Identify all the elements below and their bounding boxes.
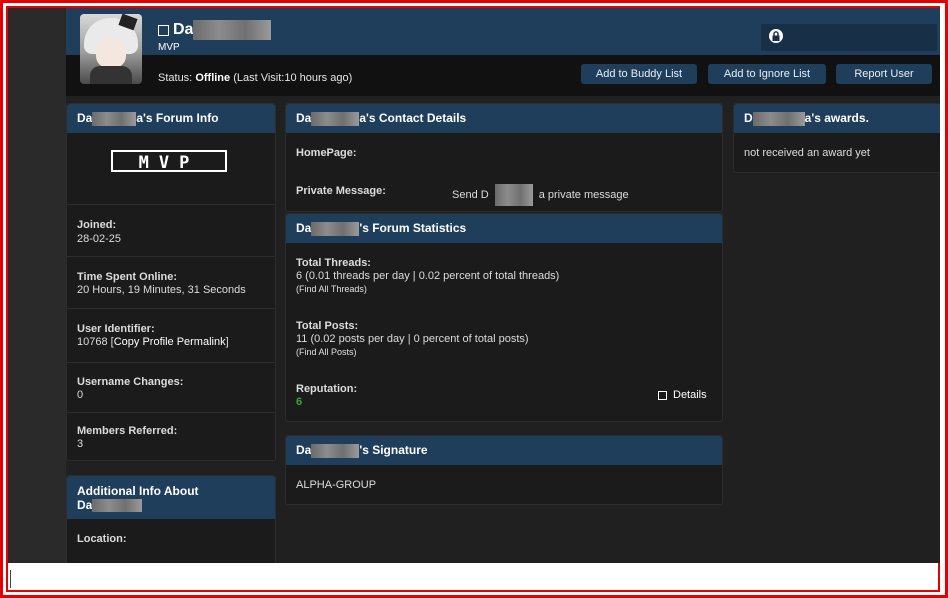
signature-text: ALPHA-GROUP [296, 479, 377, 491]
status-line: Status: Offline (Last Visit:10 hours ago… [158, 72, 352, 84]
status-label: Status: [158, 72, 193, 84]
username-changes-value: 0 [77, 389, 84, 401]
contact-details-panel: Da a's Contact Details HomePage: Private … [285, 103, 723, 212]
forum-info-title: Da a's Forum Info [67, 104, 275, 133]
location-label: Location: [77, 533, 127, 545]
time-online-label: Time Spent Online: [77, 271, 178, 283]
text-cursor [10, 570, 11, 588]
signature-title: Da's Signature [286, 436, 722, 465]
copy-permalink-link[interactable]: Copy Profile Permalink [114, 336, 226, 348]
checkbox-icon [158, 24, 169, 36]
additional-info-panel: Additional Info About Da Location: [66, 475, 276, 563]
profile-header: Da MVP Status: Offline (Last Visit:10 ho… [66, 8, 940, 96]
joined-value: 28-02-25 [77, 233, 122, 245]
reputation-details-link[interactable]: Details [658, 389, 707, 401]
mvp-badge: MVP [111, 150, 227, 173]
awards-panel: Da's awards. not received an award yet [733, 103, 940, 173]
signature-panel: Da's Signature ALPHA-GROUP [285, 435, 723, 505]
add-ignore-button[interactable]: Add to Ignore List [708, 64, 826, 84]
status-value: Offline [195, 72, 231, 84]
contact-details-title: Da a's Contact Details [286, 104, 722, 133]
lock-box[interactable] [761, 24, 937, 51]
profile-page: Da MVP Status: Offline (Last Visit:10 ho… [8, 8, 940, 563]
user-title: MVP [158, 42, 180, 53]
total-posts-label: Total Posts: [296, 320, 359, 332]
username-changes-label: Username Changes: [77, 376, 184, 388]
reputation-label: Reputation: [296, 383, 358, 395]
time-online-value: 20 Hours, 19 Minutes, 31 Seconds [77, 284, 246, 296]
private-message-label: Private Message: [296, 185, 386, 197]
total-threads-label: Total Threads: [296, 257, 371, 269]
additional-info-title: Additional Info About Da [67, 476, 275, 518]
details-icon [658, 390, 667, 400]
joined-label: Joined: [77, 219, 117, 231]
add-buddy-button[interactable]: Add to Buddy List [581, 64, 697, 84]
homepage-label: HomePage: [296, 147, 357, 159]
total-posts-value: 11 (0.02 posts per day | 0 percent of to… [296, 333, 529, 345]
private-message-link[interactable]: Send Da private message [452, 184, 629, 206]
members-referred-label: Members Referred: [77, 425, 178, 437]
user-identifier-label: User Identifier: [77, 323, 155, 335]
forum-statistics-title: Da's Forum Statistics [286, 214, 722, 243]
report-user-button[interactable]: Report User [836, 64, 932, 84]
last-visit: (Last Visit:10 hours ago) [233, 72, 353, 84]
forum-statistics-panel: Da's Forum Statistics Total Threads: 6 (… [285, 213, 723, 422]
find-all-posts-link[interactable]: (Find All Posts) [296, 347, 357, 357]
redaction-blur [193, 20, 272, 40]
find-all-threads-link[interactable]: (Find All Threads) [296, 284, 367, 294]
awards-text: not received an award yet [744, 147, 870, 159]
avatar[interactable] [80, 14, 142, 84]
total-threads-value: 6 (0.01 threads per day | 0.02 percent o… [296, 270, 560, 282]
username: Da [173, 21, 194, 38]
lock-icon [769, 29, 783, 43]
members-referred-value: 3 [77, 438, 84, 450]
user-identifier-row: 10768 [Copy Profile Permalink] [77, 336, 229, 348]
forum-info-panel: Da a's Forum Info MVP Joined: 28-02-25 Ti… [66, 103, 276, 461]
details-label: Details [673, 389, 707, 401]
user-identifier-value: 10768 [77, 336, 108, 348]
reputation-value: 6 [296, 396, 303, 408]
username-row: Da [158, 20, 272, 40]
left-gutter [8, 8, 66, 563]
awards-title: Da's awards. [734, 104, 940, 133]
